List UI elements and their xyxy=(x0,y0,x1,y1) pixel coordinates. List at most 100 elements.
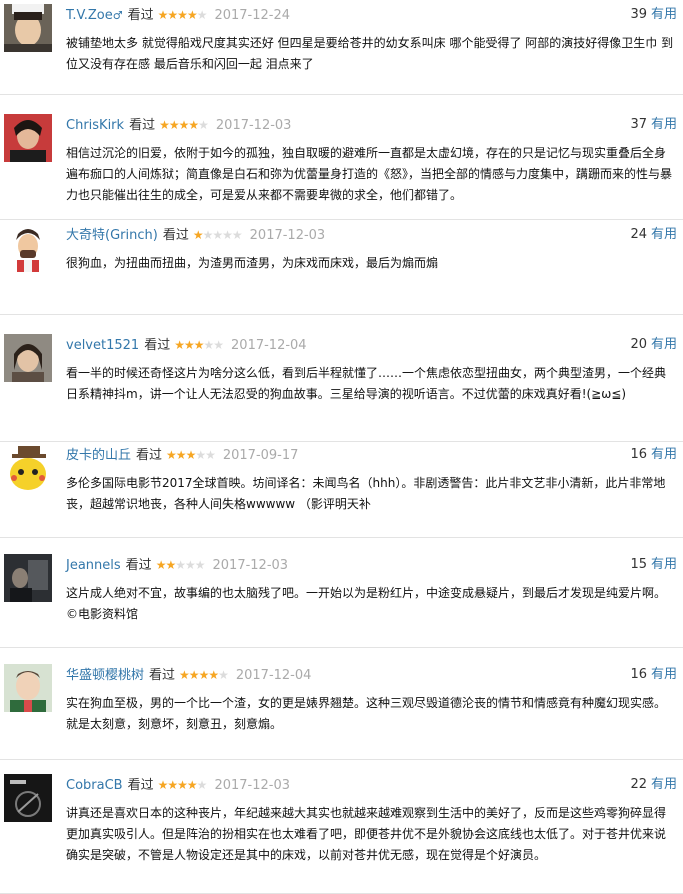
watched-label: 看过 xyxy=(127,778,154,793)
review-item: Jeannels 看过 ★★★★★ 2017-12-03 15 有用这片成人绝对不宜，故事… xyxy=(0,550,683,648)
star-filled-icon: ★ xyxy=(178,118,190,132)
useful-button[interactable]: 有用 xyxy=(651,337,677,352)
star-filled-icon: ★ xyxy=(208,668,219,682)
star-empty-icon: ★ xyxy=(195,448,206,462)
review-date: 2017-12-04 xyxy=(235,668,312,683)
useful-button[interactable]: 有用 xyxy=(651,557,677,572)
useful-button[interactable]: 有用 xyxy=(651,447,677,462)
review-item: CobraCB 看过 ★★★★★ 2017-12-03 22 有用 讲真还是喜欢日本的这种丧… xyxy=(0,770,683,894)
useful-button[interactable]: 有用 xyxy=(651,227,677,242)
star-filled-icon: ★ xyxy=(188,118,199,132)
username-link[interactable]: velvet1521 xyxy=(66,338,139,353)
review-header: 皮卡的山丘 看过 ★★★★★ 2017-09-17 16 有用 xyxy=(66,445,677,465)
star-filled-icon: ★ xyxy=(193,338,205,352)
rating-stars: ★★★★★ xyxy=(159,118,209,132)
vote-area: 39 有用 xyxy=(630,5,677,25)
star-empty-icon: ★ xyxy=(212,228,223,242)
star-empty-icon: ★ xyxy=(218,668,229,682)
star-empty-icon: ★ xyxy=(222,228,233,242)
review-header: 华盛顿樱桃树 看过 ★★★★★ 2017-12-04 16 有用 xyxy=(66,665,677,685)
vote-count: 24 xyxy=(630,227,647,242)
vote-area: 22 有用 xyxy=(630,775,677,795)
vote-area: 24 有用 xyxy=(630,225,677,245)
review-date: 2017-12-24 xyxy=(214,8,291,23)
review-text: 多伦多国际电影节2017全球首映。坊间译名：未闻鸟名（hhh）。非剧透警告：此片… xyxy=(66,476,666,511)
user-avatar[interactable] xyxy=(4,444,52,492)
star-filled-icon: ★ xyxy=(155,558,167,572)
user-avatar[interactable] xyxy=(4,334,52,382)
vote-area: 15 有用 xyxy=(630,555,677,575)
star-empty-icon: ★ xyxy=(213,338,224,352)
review-text: 实在狗血至极，男的一个比一个渣，女的更是婊界翘楚。这种三观尽毁道德沦丧的情节和情… xyxy=(66,696,667,731)
star-empty-icon: ★ xyxy=(196,8,208,22)
review-text: 相信过沉沦的旧爱，依附于如今的孤独，独自取暖的避难所一直都是太虚幻境，存在的只是… xyxy=(66,146,673,202)
vote-area: 20 有用 xyxy=(630,335,677,355)
star-empty-icon: ★ xyxy=(175,558,186,572)
review-header: CobraCB 看过 ★★★★★ 2017-12-03 22 有用 xyxy=(66,775,677,795)
user-avatar[interactable] xyxy=(4,4,52,52)
user-avatar[interactable] xyxy=(4,554,52,602)
rating-stars: ★★★★★ xyxy=(179,668,229,682)
watched-label: 看过 xyxy=(129,118,156,133)
rating-stars: ★★★★★ xyxy=(155,558,206,572)
star-filled-icon: ★ xyxy=(188,668,200,682)
vote-count: 15 xyxy=(630,557,647,572)
user-avatar[interactable] xyxy=(4,114,52,162)
review-header: 大奇特(Grinch) 看过 ★★★★★ 2017-12-03 24 有用 xyxy=(66,225,677,245)
review-item: 大奇特(Grinch) 看过 ★★★★★ 2017-12-03 24 有用 很狗血，为扭曲而… xyxy=(0,220,683,315)
vote-count: 22 xyxy=(630,777,647,792)
vote-count: 16 xyxy=(630,447,647,462)
star-filled-icon: ★ xyxy=(174,338,185,352)
rating-stars: ★★★★★ xyxy=(158,8,208,22)
star-filled-icon: ★ xyxy=(198,668,210,682)
review-text: 这片成人绝对不宜，故事编的也太脑残了吧。一开始以为是粉红片，中途变成悬疑片，到最… xyxy=(66,586,667,621)
useful-button[interactable]: 有用 xyxy=(651,667,677,682)
star-empty-icon: ★ xyxy=(184,558,196,572)
review-item: 皮卡的山丘 看过 ★★★★★ 2017-09-17 16 有用 多伦多国际电影节2017全球… xyxy=(0,440,683,538)
review-item: velvet1521 看过 ★★★★★ 2017-12-04 20 有用 看一半的时候还奇怪… xyxy=(0,330,683,442)
star-filled-icon: ★ xyxy=(168,118,180,132)
user-avatar[interactable] xyxy=(4,664,52,712)
user-avatar[interactable] xyxy=(4,774,52,822)
useful-button[interactable]: 有用 xyxy=(651,7,677,22)
rating-stars: ★★★★★ xyxy=(157,778,208,792)
username-link[interactable]: T.V.Zoe xyxy=(66,8,113,23)
star-filled-icon: ★ xyxy=(186,8,198,22)
star-filled-icon: ★ xyxy=(177,8,188,22)
review-item: 华盛顿樱桃树 看过 ★★★★★ 2017-12-04 16 有用 实在狗血至极，男的一个比一… xyxy=(0,660,683,760)
username-link[interactable]: Jeannels xyxy=(66,558,121,573)
username-link[interactable]: CobraCB xyxy=(66,778,123,793)
watched-label: 看过 xyxy=(125,558,152,573)
star-empty-icon: ★ xyxy=(231,228,243,242)
review-header: Jeannels 看过 ★★★★★ 2017-12-03 15 有用 xyxy=(66,555,677,575)
review-date: 2017-12-03 xyxy=(212,558,289,573)
male-icon: ♂ xyxy=(112,9,123,22)
star-empty-icon: ★ xyxy=(205,448,216,462)
star-filled-icon: ★ xyxy=(167,8,178,22)
user-avatar[interactable] xyxy=(4,224,52,272)
username-link[interactable]: 大奇特(Grinch) xyxy=(66,228,158,243)
username-link[interactable]: ChrisKirk xyxy=(66,118,124,133)
username-link[interactable]: 华盛顿樱桃树 xyxy=(66,668,144,683)
useful-button[interactable]: 有用 xyxy=(651,117,677,132)
watched-label: 看过 xyxy=(144,338,171,353)
rating-stars: ★★★★★ xyxy=(193,228,243,242)
review-date: 2017-12-03 xyxy=(214,778,290,793)
review-text: 被铺垫地太多 就觉得船戏尺度其实还好 但四星是要给苍井的幼女系叫床 哪个能受得了… xyxy=(66,36,674,71)
star-filled-icon: ★ xyxy=(157,778,169,792)
watched-label: 看过 xyxy=(127,8,154,23)
review-date: 2017-12-03 xyxy=(249,228,326,243)
review-text: 很狗血，为扭曲而扭曲，为渣男而渣男，为床戏而床戏，最后为煽而煽 xyxy=(66,256,439,270)
star-filled-icon: ★ xyxy=(175,448,187,462)
username-link[interactable]: 皮卡的山丘 xyxy=(66,448,131,463)
review-date: 2017-12-03 xyxy=(215,118,292,133)
review-header: T.V.Zoe♂ 看过 ★★★★★ 2017-12-24 39 有用 xyxy=(66,5,677,25)
star-filled-icon: ★ xyxy=(185,448,197,462)
review-item: T.V.Zoe♂ 看过 ★★★★★ 2017-12-24 39 有用被铺垫地太多 就觉得船… xyxy=(0,0,683,95)
star-filled-icon: ★ xyxy=(167,778,178,792)
vote-count: 20 xyxy=(630,337,647,352)
star-filled-icon: ★ xyxy=(183,338,195,352)
star-filled-icon: ★ xyxy=(166,448,177,462)
vote-area: 16 有用 xyxy=(630,665,677,685)
useful-button[interactable]: 有用 xyxy=(651,777,677,792)
